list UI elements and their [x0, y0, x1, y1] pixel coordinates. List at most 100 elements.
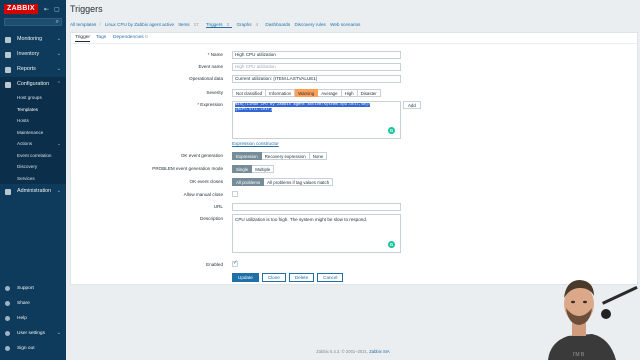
severity-information[interactable]: Information [266, 89, 296, 97]
submenu-actions[interactable]: Actions ⌄ [0, 138, 66, 150]
nav-discovery-rules[interactable]: Discovery rules [294, 22, 325, 27]
nav-graphs-label: Graphs [236, 22, 252, 27]
nav-web-scenarios[interactable]: Web scenarios [330, 22, 360, 27]
user-icon [5, 331, 10, 336]
clone-button[interactable]: Clone [261, 273, 286, 282]
submenu-services[interactable]: Services [0, 173, 66, 185]
problem-mode-label: PROBLEM event generation mode [152, 166, 223, 171]
collapse-sidebar-icon[interactable]: ⇤ [44, 6, 49, 13]
menu-reports[interactable]: Reports ⌄ [0, 62, 66, 77]
expression-selected-text: min(/Linux CPU by Zabbix agent active/sy… [235, 103, 395, 113]
problem-mode-single[interactable]: Single [232, 165, 253, 173]
submenu-event-correlation[interactable]: Event correlation [0, 150, 66, 162]
tab-tags[interactable]: Tags [96, 35, 106, 40]
menu-configuration[interactable]: Configuration ⌃ [0, 77, 66, 92]
severity-disaster[interactable]: Disaster [357, 89, 381, 97]
support-icon [5, 286, 10, 291]
severity-selector: Not classified Information Warning Avera… [232, 89, 381, 97]
submenu-hosts[interactable]: Hosts [0, 115, 66, 127]
severity-average[interactable]: Average [318, 89, 342, 97]
name-label-text: Name [210, 52, 223, 57]
problem-mode-selector: Single Multiple [232, 165, 275, 173]
footer-link[interactable]: Zabbix SIA [369, 349, 389, 354]
ok-closes-tag-match[interactable]: All problems if tag values match [264, 178, 334, 186]
ok-gen-recovery-expression[interactable]: Recovery expression [261, 152, 310, 160]
expression-constructor-link[interactable]: Expression constructor [232, 141, 279, 146]
menu-help[interactable]: Help [0, 311, 66, 326]
menu-sign-out[interactable]: Sign out [0, 341, 66, 356]
sidebar-search-input[interactable]: ⌕ [4, 18, 62, 26]
delete-button[interactable]: Delete [288, 273, 315, 282]
zabbix-logo[interactable]: ZABBIX [4, 4, 38, 14]
menu-label: Support [17, 286, 34, 291]
nav-items-label: Items [178, 22, 190, 27]
form-buttons: Update Clone Delete Cancel [232, 273, 346, 282]
nav-triggers[interactable]: Triggers 3 [205, 22, 233, 28]
svg-text:I'M B: I'M B [573, 352, 585, 358]
breadcrumb-all-templates[interactable]: All templates [70, 22, 96, 27]
submenu-maintenance[interactable]: Maintenance [0, 127, 66, 139]
chevron-down-icon: ⌄ [57, 141, 61, 146]
submenu-templates[interactable]: Templates [0, 104, 66, 116]
nav-graphs-count: 4 [255, 22, 259, 27]
enabled-checkbox[interactable] [232, 260, 238, 267]
severity-not-classified[interactable]: Not classified [232, 89, 267, 97]
ok-event-closes-selector: All problems All problems if tag values … [232, 178, 334, 186]
description-textarea[interactable]: CPU utilization is too high. The system … [232, 214, 401, 253]
ok-closes-all-problems[interactable]: All problems [232, 178, 265, 186]
menu-monitoring[interactable]: Monitoring ⌄ [0, 32, 66, 47]
ok-event-generation-label: OK event generation [180, 153, 223, 158]
event-name-field[interactable]: High CPU utilization [232, 63, 401, 71]
submenu-discovery[interactable]: Discovery [0, 161, 66, 173]
manual-close-checkbox[interactable] [232, 191, 238, 197]
expression-line-1: min(/Linux CPU by Zabbix agent active/sy… [235, 103, 371, 107]
menu-share[interactable]: Share [0, 296, 66, 311]
problem-mode-multiple[interactable]: Multiple [252, 165, 275, 173]
menu-label: Help [17, 316, 27, 321]
configuration-submenu: Host groups Templates Hosts Maintenance … [0, 92, 66, 184]
url-field[interactable] [232, 203, 401, 211]
share-icon [5, 301, 10, 306]
breadcrumb-separator: / [99, 22, 101, 27]
nav-graphs[interactable]: Graphs 4 [236, 22, 261, 27]
opdata-field[interactable]: Current utilization: {ITEM.LASTVALUE1} [232, 75, 401, 83]
grammarly-icon[interactable]: G [388, 127, 395, 134]
footer-text: Zabbix 5.4.3. © 2001–2021, [316, 349, 369, 354]
ok-gen-none[interactable]: None [309, 152, 328, 160]
menu-label: Reports [17, 66, 36, 72]
opdata-label: Operational data [189, 76, 223, 81]
presenter-image: I'M B [548, 280, 638, 360]
submenu-host-groups[interactable]: Host groups [0, 92, 66, 104]
expression-textarea[interactable]: min(/Linux CPU by Zabbix agent active/sy… [232, 101, 401, 139]
tab-trigger[interactable]: Trigger [75, 35, 91, 42]
menu-support[interactable]: Support [0, 281, 66, 296]
help-icon [5, 316, 10, 321]
breadcrumb: All templates / Linux CPU by Zabbix agent… [70, 20, 363, 30]
severity-warning[interactable]: Warning [295, 89, 319, 97]
add-expression-button[interactable]: Add [403, 101, 421, 109]
breadcrumb-template[interactable]: Linux CPU by Zabbix agent active [105, 22, 174, 27]
update-button[interactable]: Update [232, 273, 259, 282]
name-field[interactable]: High CPU utilization [232, 51, 401, 59]
description-label: Description [200, 216, 223, 221]
menu-label: User settings [17, 331, 45, 336]
power-icon [5, 346, 10, 351]
menu-label: Inventory [17, 51, 40, 57]
severity-high[interactable]: High [341, 89, 358, 97]
hide-sidebar-icon[interactable]: ▢ [54, 6, 60, 13]
ok-gen-expression[interactable]: Expression [232, 152, 262, 160]
nav-dashboards[interactable]: Dashboards [265, 22, 290, 27]
gear-icon [5, 189, 11, 195]
menu-user-settings[interactable]: User settings ⌄ [0, 326, 66, 341]
chevron-down-icon: ⌄ [56, 330, 61, 336]
list-icon [5, 52, 11, 58]
expression-label-text: Expression [200, 102, 223, 107]
cancel-button[interactable]: Cancel [317, 273, 344, 282]
menu-administration[interactable]: Administration ⌄ [0, 184, 66, 199]
grammarly-icon[interactable]: G [388, 241, 395, 248]
tab-dependencies[interactable]: Dependencies 0 [113, 35, 148, 40]
menu-inventory[interactable]: Inventory ⌄ [0, 47, 66, 62]
eye-icon [5, 37, 11, 43]
nav-items[interactable]: Items 17 [178, 22, 201, 27]
search-icon[interactable]: ⌕ [56, 19, 59, 26]
